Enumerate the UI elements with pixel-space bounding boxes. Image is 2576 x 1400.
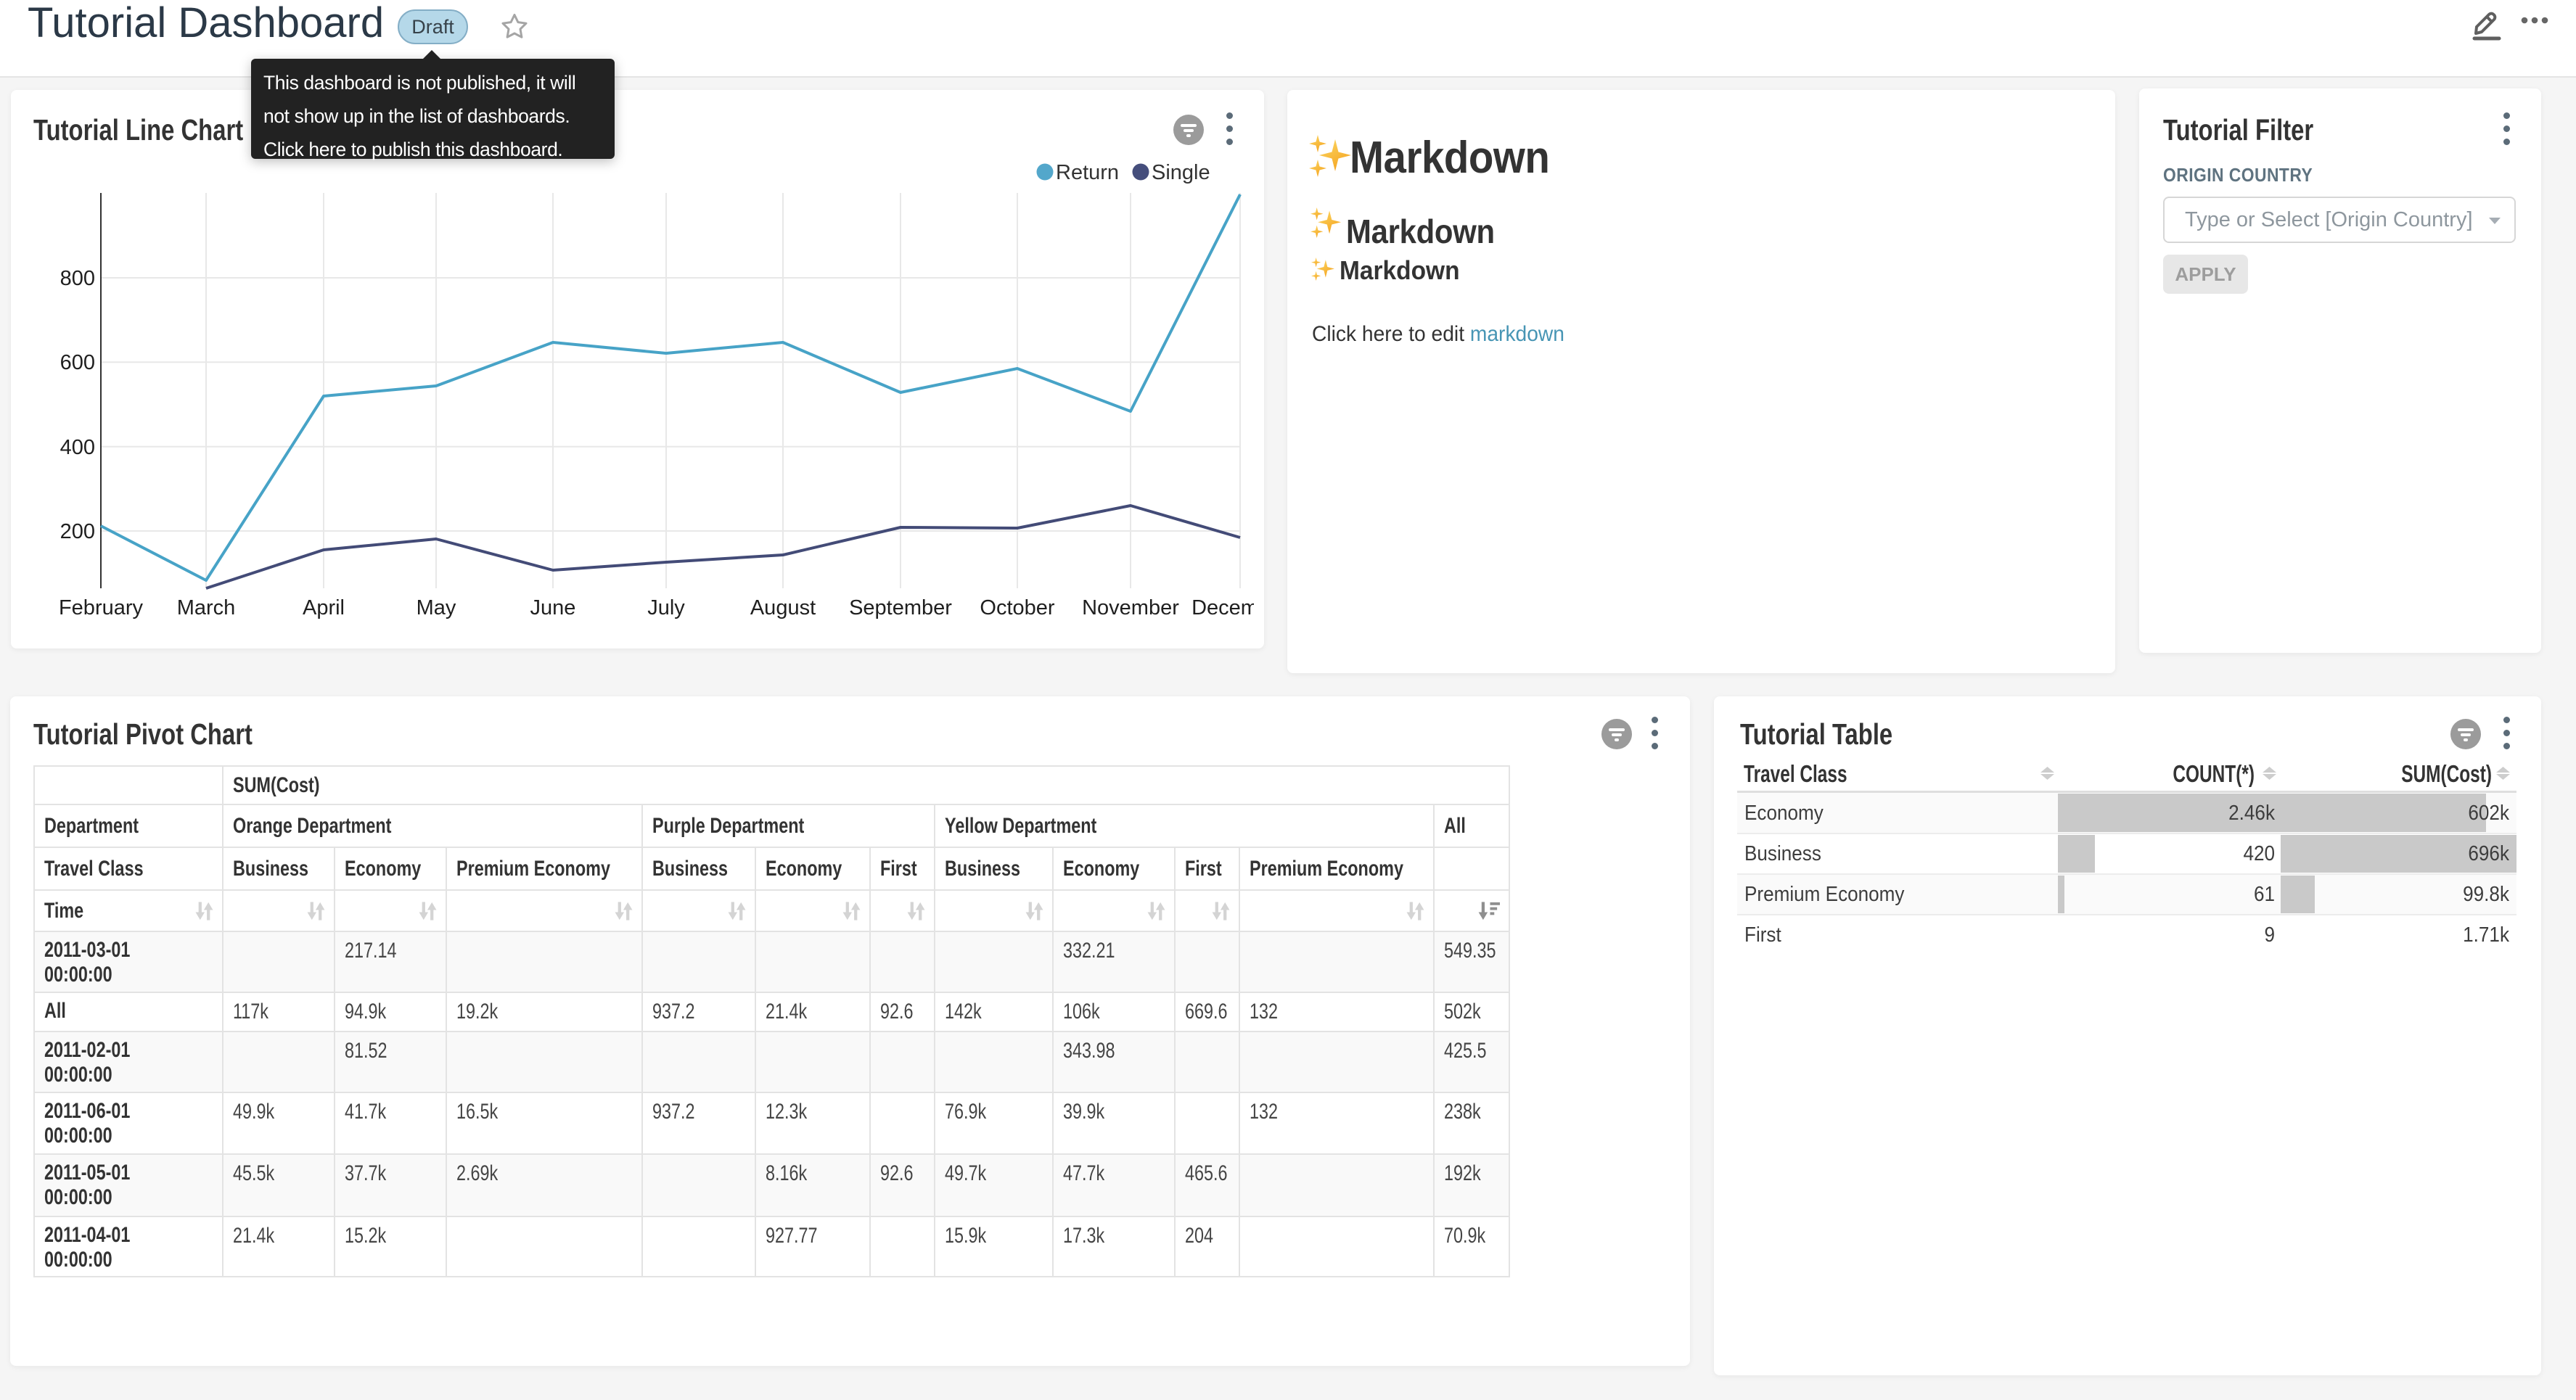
svg-text:March: March — [177, 596, 236, 619]
svg-text:Return: Return — [1056, 161, 1119, 184]
svg-text:200: 200 — [60, 520, 95, 543]
svg-text:June: June — [530, 596, 576, 619]
svg-text:December: December — [1191, 596, 1254, 619]
svg-text:April: April — [303, 596, 345, 619]
svg-text:November: November — [1082, 596, 1179, 619]
svg-text:800: 800 — [60, 267, 95, 290]
svg-text:February: February — [59, 596, 144, 619]
svg-text:600: 600 — [60, 351, 95, 374]
svg-text:October: October — [980, 596, 1054, 619]
svg-text:September: September — [849, 596, 952, 619]
svg-text:July: July — [647, 596, 685, 619]
svg-text:August: August — [750, 596, 816, 619]
svg-text:Single: Single — [1152, 161, 1210, 184]
svg-text:May: May — [417, 596, 456, 619]
svg-text:400: 400 — [60, 436, 95, 459]
